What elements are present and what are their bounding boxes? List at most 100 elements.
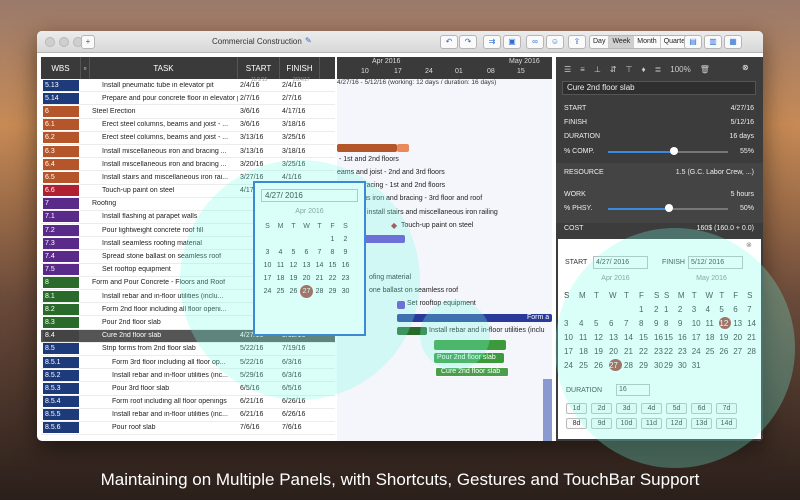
calendar-day[interactable]: 25	[579, 359, 592, 371]
task-header[interactable]: TASK	[90, 57, 238, 79]
finish-cell[interactable]: 6/3/16	[280, 359, 320, 366]
calendar-day[interactable]: 11	[579, 331, 592, 343]
table-row[interactable]: 8.5.1 Form 3rd floor including all floor …	[41, 356, 335, 370]
table-row[interactable]: 6.2 Erect steel columns, beams and joist …	[41, 132, 335, 145]
calendar-day[interactable]: 22	[664, 345, 676, 357]
calendar-day[interactable]	[300, 233, 313, 246]
task-cell[interactable]: Spread stone ballast on seamless roof	[90, 253, 238, 260]
start-cell[interactable]: 5/29/16	[238, 372, 280, 379]
start-cell[interactable]: 6/21/16	[238, 398, 280, 405]
calendar-day[interactable]: 4	[274, 246, 287, 259]
calendar-day[interactable]: 19	[287, 272, 300, 285]
finish-cell[interactable]: 6/26/16	[280, 398, 320, 405]
calendar-day[interactable]: 20	[733, 331, 745, 343]
start-row[interactable]: START 4/27/16	[564, 105, 754, 112]
duration-preset-button[interactable]: 1d	[566, 403, 587, 414]
finish-cell[interactable]: 3/18/16	[280, 148, 320, 155]
add-icon[interactable]: +	[81, 35, 95, 49]
gantt-bar[interactable]	[397, 144, 409, 152]
calendar-day[interactable]: 22	[639, 345, 652, 357]
work-row[interactable]: WORK 5 hours	[564, 191, 754, 198]
calendar-day[interactable]	[261, 233, 274, 246]
resource-row[interactable]: RESOURCE 1.5 (G.C. Labor Crew, ...)	[564, 169, 754, 176]
task-cell[interactable]: Erect steel columns, beams and joist - .…	[90, 121, 238, 128]
calendar-day[interactable]: 6	[733, 303, 745, 315]
calendar-day[interactable]: 5	[287, 246, 300, 259]
calendar-day[interactable]: 8	[326, 246, 339, 259]
calendar-month[interactable]: Apr 2016	[562, 275, 669, 287]
finish-cell[interactable]: 2/7/16	[280, 95, 320, 102]
calendar-day[interactable]: 27	[300, 285, 313, 298]
panel-center-icon[interactable]: ▥	[704, 35, 722, 49]
gantt-bar[interactable]	[397, 301, 405, 309]
finish-cell[interactable]: 4/1/16	[280, 174, 320, 181]
calendar-day[interactable]	[719, 359, 731, 371]
calendar-day[interactable]: 11	[706, 317, 718, 329]
task-cell[interactable]: Erect steel columns, beams and joist - .…	[90, 134, 238, 141]
calendar-day[interactable]: 24	[261, 285, 274, 298]
calendar-day[interactable]: 15	[639, 331, 652, 343]
finish-cell[interactable]: 3/18/16	[280, 121, 320, 128]
calendar-day[interactable]: 26	[287, 285, 300, 298]
table-row[interactable]: 6.3 Install miscellaneous iron and bracin…	[41, 145, 335, 159]
wbs-header[interactable]: WBS	[41, 57, 81, 79]
start-cell[interactable]: 5/22/16	[238, 345, 280, 352]
calendar-day[interactable]: 8	[639, 317, 652, 329]
duration-preset-button[interactable]: 11d	[641, 418, 662, 429]
calendar-day[interactable]: 21	[747, 331, 759, 343]
view-week[interactable]: Week	[609, 36, 635, 48]
finish-cell[interactable]: 4/17/16	[280, 108, 320, 115]
calendar-day[interactable]: 7	[313, 246, 326, 259]
calendar-day[interactable]: 1	[639, 303, 652, 315]
task-cell[interactable]: Form and Pour Concrete - Floors and Roof	[90, 279, 238, 286]
table-row[interactable]: 8.5.3 Pour 3rd floor slab 6/5/16 6/5/16	[41, 382, 335, 396]
task-cell[interactable]: Set rooftop equipment	[90, 266, 238, 273]
finish-cell[interactable]: 6/3/16	[280, 372, 320, 379]
duration-preset-button[interactable]: 3d	[616, 403, 637, 414]
task-cell[interactable]: Touch-up paint on steel	[90, 187, 238, 194]
calendar-day[interactable]: 13	[300, 259, 313, 272]
start-cell[interactable]: 3/13/16	[238, 148, 280, 155]
duration-preset-button[interactable]: 13d	[691, 418, 712, 429]
calendar-day[interactable]: 4	[706, 303, 718, 315]
duration-preset-button[interactable]: 4d	[641, 403, 662, 414]
edit-icon[interactable]: ✎	[305, 36, 312, 45]
calendar-day[interactable]: 14	[313, 259, 326, 272]
calendar-day[interactable]: 25	[706, 345, 718, 357]
table-row[interactable]: 8.5.6 Pour roof slab 7/6/16 7/6/16	[41, 422, 335, 436]
finish-cell[interactable]: 7/19/16	[280, 345, 320, 352]
calendar-day[interactable]: 10	[564, 331, 577, 343]
task-cell[interactable]: Pour 3rd floor slab	[90, 385, 238, 392]
start-cell[interactable]: 3/6/16	[238, 121, 280, 128]
finish-cell[interactable]: 7/6/16	[280, 424, 320, 431]
task-cell[interactable]: Install seamless roofing material	[90, 240, 238, 247]
minimize-window-button[interactable]	[59, 37, 69, 47]
calendar-day[interactable]: 10	[692, 317, 704, 329]
calendar-day[interactable]	[313, 233, 326, 246]
task-cell[interactable]: Install miscellaneous iron and bracing .…	[90, 148, 238, 155]
duration-preset-button[interactable]: 14d	[716, 418, 737, 429]
calendar-day[interactable]: 16	[339, 259, 352, 272]
gantt-bar[interactable]	[397, 327, 427, 335]
task-cell[interactable]: Prepare and pour concrete floor in eleva…	[90, 95, 238, 102]
table-row[interactable]: 8.5.4 Form roof including all floor openi…	[41, 396, 335, 409]
calendar-month[interactable]: Apr 2016	[261, 208, 358, 220]
date-field[interactable]: 4/27/ 2016	[261, 189, 358, 202]
duration-row[interactable]: DURATION 16 days	[564, 133, 754, 140]
calendar-day[interactable]	[579, 303, 592, 315]
task-cell[interactable]: Pour 2nd floor slab	[90, 319, 238, 326]
calendar-day[interactable]: 11	[274, 259, 287, 272]
table-row[interactable]: 6 Steel Erection 3/6/16 4/17/16	[41, 105, 335, 119]
table-row[interactable]: 8.5.2 Install rebar and in-floor utilitie…	[41, 369, 335, 383]
gantt-bar[interactable]	[434, 340, 506, 350]
panel-left-icon[interactable]: ▤	[684, 35, 702, 49]
calendar-day[interactable]: 2	[339, 233, 352, 246]
calendar-day[interactable]: 12	[287, 259, 300, 272]
calendar-day[interactable]: 20	[609, 345, 622, 357]
calendar-day[interactable]	[274, 233, 287, 246]
task-cell[interactable]: Install pneumatic tube in elevator pit	[90, 82, 238, 89]
calendar-day[interactable]: 7	[624, 317, 637, 329]
calendar-day[interactable]: 14	[747, 317, 759, 329]
calendar-day[interactable]: 7	[747, 303, 759, 315]
calendar-day[interactable]: 26	[719, 345, 731, 357]
